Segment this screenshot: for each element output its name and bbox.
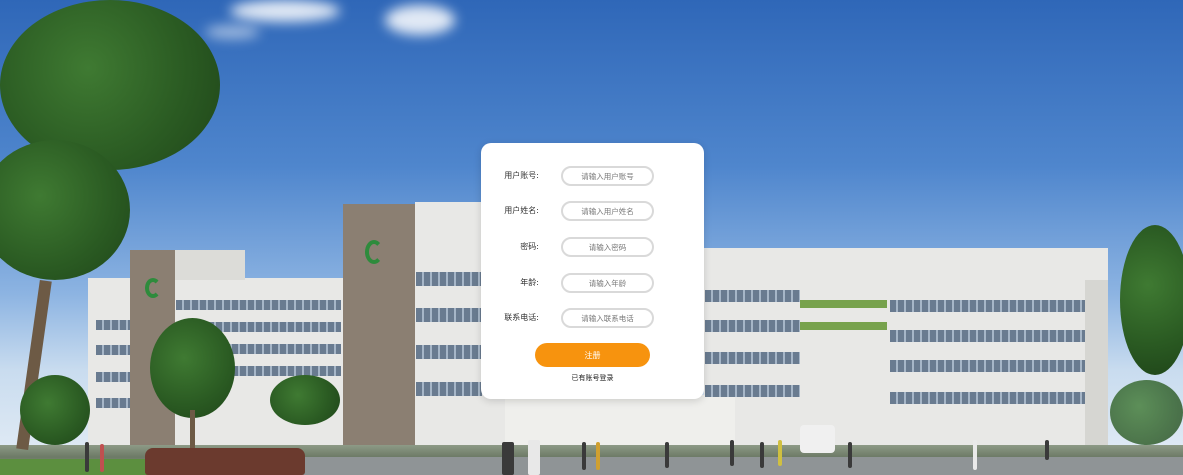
tree-canopy <box>270 375 340 425</box>
person <box>502 442 514 475</box>
cloud <box>230 0 340 22</box>
password-label: 密码: <box>520 242 539 251</box>
tree-canopy <box>20 375 90 445</box>
tree-trunk <box>190 410 195 450</box>
person <box>596 442 600 470</box>
building-logo-icon <box>365 240 383 264</box>
car <box>145 448 305 475</box>
username-label: 用户账号: <box>504 171 539 180</box>
cloud <box>385 5 455 35</box>
window-band <box>416 308 482 322</box>
login-link[interactable]: 已有账号登录 <box>481 373 704 383</box>
person <box>85 442 89 472</box>
green-balcony <box>800 300 887 308</box>
register-button[interactable]: 注册 <box>535 343 650 367</box>
window-band <box>96 320 130 330</box>
password-input[interactable] <box>561 237 654 257</box>
realname-row: 用户姓名: <box>481 201 704 223</box>
person <box>973 440 977 470</box>
realname-input[interactable] <box>561 201 654 221</box>
van <box>800 425 835 453</box>
age-input[interactable] <box>561 273 654 293</box>
person <box>848 442 852 468</box>
window-band <box>96 372 130 382</box>
window-band <box>705 290 800 302</box>
window-band <box>96 345 130 355</box>
realname-label: 用户姓名: <box>504 206 539 215</box>
window-band <box>890 360 1085 372</box>
window-band <box>416 272 482 286</box>
window-band <box>416 382 482 396</box>
phone-row: 联系电话: <box>481 308 704 330</box>
age-row: 年龄: <box>481 273 704 295</box>
building-right-column <box>1085 280 1108 450</box>
window-band <box>416 345 482 359</box>
age-label: 年龄: <box>520 278 539 287</box>
building-left-top <box>175 250 245 280</box>
background-scene: 用户账号: 用户姓名: 密码: 年龄: 联系电话: 注册 已有账号登录 <box>0 0 1183 475</box>
person <box>528 440 540 475</box>
person <box>778 440 782 466</box>
username-input[interactable] <box>561 166 654 186</box>
building-right-wing <box>704 248 1108 448</box>
window-band <box>705 352 800 364</box>
person <box>582 442 586 470</box>
username-row: 用户账号: <box>481 166 704 188</box>
window-band <box>705 385 800 397</box>
tree-canopy <box>150 318 235 418</box>
window-band <box>96 398 130 408</box>
register-card: 用户账号: 用户姓名: 密码: 年龄: 联系电话: 注册 已有账号登录 <box>481 143 704 399</box>
person <box>1045 440 1049 460</box>
person <box>760 442 764 468</box>
window-band <box>890 300 1085 312</box>
tree-canopy <box>1110 380 1183 445</box>
tree-canopy <box>1120 225 1183 375</box>
password-row: 密码: <box>481 237 704 259</box>
window-band <box>705 320 800 332</box>
road <box>300 457 1183 475</box>
window-band <box>890 330 1085 342</box>
cloud <box>205 25 260 39</box>
building-logo-icon <box>145 278 161 298</box>
phone-label: 联系电话: <box>504 313 539 322</box>
window-band <box>176 300 341 310</box>
phone-input[interactable] <box>561 308 654 328</box>
person <box>100 444 104 472</box>
person <box>730 440 734 466</box>
green-balcony <box>800 322 887 330</box>
person <box>665 442 669 468</box>
window-band <box>890 392 1085 404</box>
